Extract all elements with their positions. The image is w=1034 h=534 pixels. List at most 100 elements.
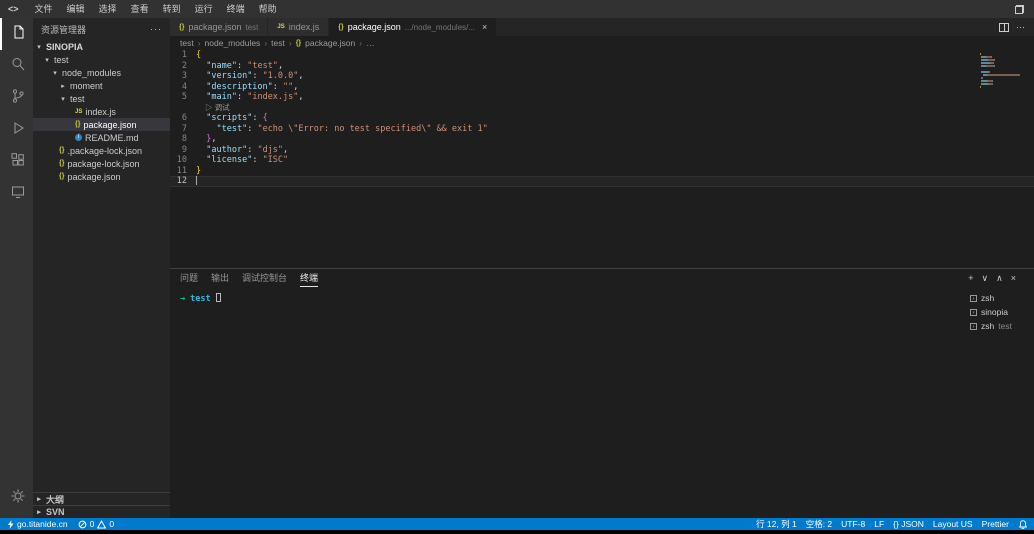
- terminal-list-item[interactable]: ›sinopia: [962, 305, 1034, 319]
- line-number: [170, 103, 196, 114]
- maximize-panel-icon[interactable]: ∧: [996, 273, 1003, 284]
- activity-run-debug[interactable]: [0, 114, 33, 146]
- status-item[interactable]: 行 12, 列 1: [756, 518, 797, 530]
- panel-tab[interactable]: 调试控制台: [242, 270, 287, 287]
- code-text: "scripts": {: [196, 113, 268, 124]
- breadcrumb-item[interactable]: test: [180, 38, 194, 48]
- tree-item[interactable]: {}package.json: [33, 118, 170, 131]
- tree-item[interactable]: {}package-lock.json: [33, 157, 170, 170]
- tree-item[interactable]: {}package.json: [33, 170, 170, 183]
- activity-remote-explorer[interactable]: [0, 178, 33, 210]
- tab-label: package.json: [188, 22, 241, 32]
- chevron-right-icon: ▸: [35, 495, 43, 503]
- tree-item-label: package.json: [83, 120, 136, 130]
- sidebar-section[interactable]: ▸SVN: [33, 505, 170, 518]
- activity-search[interactable]: [0, 50, 33, 82]
- status-item[interactable]: UTF-8: [841, 519, 865, 529]
- editor-cursor: [196, 176, 197, 185]
- terminal-list-item[interactable]: ›zshtest: [962, 319, 1034, 333]
- menu-item[interactable]: 转到: [157, 0, 187, 18]
- tree-item[interactable]: JSindex.js: [33, 105, 170, 118]
- panel-tab[interactable]: 问题: [180, 270, 198, 287]
- new-terminal-icon[interactable]: +: [968, 273, 973, 284]
- explorer-more-actions-icon[interactable]: ···: [150, 24, 162, 34]
- breadcrumb-item[interactable]: node_modules: [205, 38, 261, 48]
- terminal-list-description: test: [998, 321, 1012, 331]
- panel-header: 问题输出调试控制台终端 + ∨ ∧ ×: [170, 269, 1034, 287]
- tree-item[interactable]: {}.package-lock.json: [33, 144, 170, 157]
- tree-item-label: SINOPIA: [46, 42, 83, 52]
- chevron-right-icon: ▸: [59, 82, 67, 90]
- breadcrumb-item[interactable]: package.json: [305, 38, 355, 48]
- activity-source-control[interactable]: [0, 82, 33, 114]
- search-icon: [10, 56, 26, 77]
- code-line: 4 "description": "",: [170, 82, 1034, 93]
- breadcrumb-item[interactable]: test: [271, 38, 285, 48]
- status-item[interactable]: Prettier: [982, 519, 1009, 529]
- title-bar: <> 文件编辑选择查看转到运行终端帮助: [0, 0, 1034, 18]
- tree-item-label: .package-lock.json: [67, 146, 142, 156]
- tree-item[interactable]: ▾SINOPIA: [33, 40, 170, 53]
- editor-tab[interactable]: {}package.jsontest: [170, 18, 268, 36]
- status-item[interactable]: {} JSON: [893, 519, 924, 529]
- code-area[interactable]: 1{2 "name": "test",3 "version": "1.0.0",…: [170, 50, 1034, 268]
- menu-item[interactable]: 帮助: [253, 0, 283, 18]
- menu-item[interactable]: 运行: [189, 0, 219, 18]
- error-count: 0: [90, 519, 95, 529]
- status-item[interactable]: Layout US: [933, 519, 973, 529]
- tree-item[interactable]: ▾test: [33, 53, 170, 66]
- menu-item[interactable]: 文件: [29, 0, 59, 18]
- sidebar-section-label: 大纲: [46, 493, 64, 506]
- code-line: 12: [170, 176, 1034, 187]
- restore-window-icon[interactable]: [1015, 5, 1024, 14]
- breadcrumb-item[interactable]: …: [366, 38, 375, 48]
- close-panel-icon[interactable]: ×: [1011, 273, 1016, 284]
- json-file-icon: {}: [59, 173, 64, 180]
- code-line: 11}: [170, 166, 1034, 177]
- editor-more-actions-icon[interactable]: ···: [1016, 22, 1025, 32]
- tab-label: package.json: [348, 22, 401, 32]
- sidebar-section[interactable]: ▸大纲: [33, 492, 170, 505]
- panel-actions: + ∨ ∧ ×: [968, 273, 1024, 284]
- remote-host-status[interactable]: go.titanide.cn: [7, 519, 68, 529]
- activity-extensions[interactable]: [0, 146, 33, 178]
- codelens-debug[interactable]: ▷ 调试: [196, 103, 230, 112]
- panel-tab[interactable]: 输出: [211, 270, 229, 287]
- code-line: 9 "author": "djs",: [170, 145, 1034, 156]
- terminal-content[interactable]: →test: [170, 287, 1034, 304]
- menu-item[interactable]: 终端: [221, 0, 251, 18]
- status-item[interactable]: LF: [874, 519, 884, 529]
- status-item[interactable]: 空格: 2: [806, 518, 832, 530]
- run-debug-icon: [10, 120, 26, 141]
- menu-item[interactable]: 选择: [93, 0, 123, 18]
- explorer-sidebar: 资源管理器 ··· ▾SINOPIA▾test▾node_modules▸mom…: [33, 18, 170, 518]
- line-number: 10: [170, 155, 196, 166]
- app-logo-icon: <>: [8, 4, 19, 14]
- editor-tab[interactable]: JSindex.js: [268, 18, 329, 36]
- problems-status[interactable]: 0 0: [78, 519, 114, 529]
- terminal-list-item[interactable]: ›zsh: [962, 291, 1034, 305]
- tab-bar: {}package.jsontestJSindex.js{}package.js…: [170, 18, 1034, 36]
- code-text: "description": "",: [196, 82, 298, 93]
- chevron-down-icon[interactable]: ∨: [982, 273, 989, 284]
- close-icon[interactable]: ×: [482, 22, 487, 32]
- line-number: 3: [170, 71, 196, 82]
- tree-item[interactable]: iREADME.md: [33, 131, 170, 144]
- split-editor-icon[interactable]: [999, 23, 1009, 32]
- menu-item[interactable]: 查看: [125, 0, 155, 18]
- code-line: 1{: [170, 50, 1034, 61]
- tree-item[interactable]: ▾test: [33, 92, 170, 105]
- tree-item[interactable]: ▾node_modules: [33, 66, 170, 79]
- error-icon: [78, 520, 87, 529]
- tab-description: .../node_modules/...: [405, 23, 475, 32]
- menu-item[interactable]: 编辑: [61, 0, 91, 18]
- activity-explorer[interactable]: [0, 18, 33, 50]
- minimap[interactable]: [980, 53, 1024, 92]
- editor-tab[interactable]: {}package.json.../node_modules/...×: [329, 18, 497, 36]
- notifications-bell-icon[interactable]: [1019, 520, 1027, 529]
- breadcrumb-separator-icon: ›: [264, 38, 267, 48]
- panel-tab[interactable]: 终端: [300, 270, 318, 287]
- settings-gear-icon[interactable]: [0, 482, 33, 514]
- tree-item[interactable]: ▸moment: [33, 79, 170, 92]
- json-file-icon: {}: [75, 121, 80, 128]
